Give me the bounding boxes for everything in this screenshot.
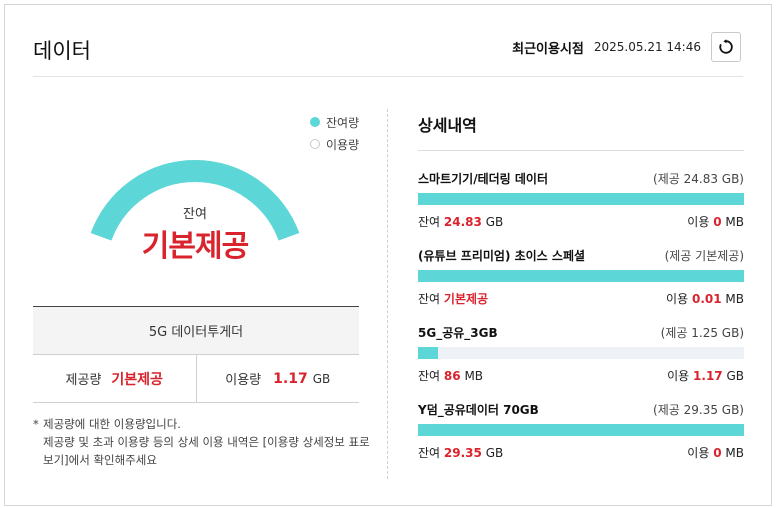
- refresh-icon: [719, 39, 733, 54]
- detail-item-bar-fill: [418, 347, 438, 359]
- remaining-value: 24.83: [443, 214, 482, 229]
- remaining-value: 86: [443, 368, 461, 383]
- plan-name: 5G 데이터투게더: [33, 307, 359, 355]
- used-dot-icon: [310, 139, 320, 149]
- remaining-unit: GB: [485, 445, 504, 460]
- used-unit: GB: [312, 371, 331, 386]
- detail-item-name: 스마트기기/테더링 데이터: [418, 171, 549, 186]
- used-unit: GB: [726, 368, 744, 383]
- remaining-prefix: 잔여: [418, 368, 441, 383]
- detail-item-used: 이용 0.01 MB: [666, 290, 744, 307]
- page-title: 데이터: [33, 39, 91, 63]
- remaining-unit: GB: [485, 214, 504, 229]
- detail-item: (유튜브 프리미엄) 초이스 스페셜 (제공 기본제공) 잔여 기본제공 이용 …: [418, 246, 744, 306]
- recent-usage-datetime: 2025.05.21 14:46: [593, 40, 701, 54]
- detail-item-used: 이용 0 MB: [687, 444, 744, 461]
- detail-item-bar-fill: [418, 270, 744, 282]
- detail-item-name: (유튜브 프리미엄) 초이스 스페셜: [418, 248, 586, 263]
- remaining-value: 29.35: [443, 445, 482, 460]
- detail-item-remaining: 잔여 29.35 GB: [418, 444, 503, 461]
- plan-summary-table: 5G 데이터투게더 제공량 기본제공 이용량 1.17 GB: [33, 306, 359, 403]
- refresh-button[interactable]: [711, 32, 741, 62]
- used-prefix: 이용: [687, 214, 710, 229]
- detail-item-remaining: 잔여 24.83 GB: [418, 213, 503, 230]
- detail-item-remaining: 잔여 86 MB: [418, 367, 483, 384]
- data-usage-card: 데이터 최근이용시점 2025.05.21 14:46 잔여량 이용량 잔여 기…: [4, 4, 772, 506]
- detail-item-bar: [418, 347, 744, 359]
- detail-item-provided: (제공 1.25 GB): [660, 325, 744, 340]
- legend-used: 이용량: [310, 133, 359, 155]
- used-unit: MB: [725, 214, 744, 229]
- used-label: 이용량: [225, 373, 262, 388]
- detail-item-remaining: 잔여 기본제공: [418, 290, 488, 307]
- used-prefix: 이용: [666, 291, 689, 306]
- detail-item: Y덤_공유데이터 70GB (제공 29.35 GB) 잔여 29.35 GB …: [418, 400, 744, 460]
- provided-label: 제공량: [65, 373, 102, 388]
- detail-item-bar: [418, 270, 744, 282]
- legend-remaining: 잔여량: [310, 111, 359, 133]
- usage-note: * 제공량에 대한 이용량입니다. 제공량 및 초과 이용량 등의 상세 이용 …: [33, 415, 373, 469]
- detail-item-provided: (제공 24.83 GB): [653, 171, 744, 186]
- plan-amount-row: 제공량 기본제공 이용량 1.17 GB: [33, 355, 359, 403]
- detail-title: 상세내역: [418, 116, 477, 135]
- used-value: 0: [713, 214, 722, 229]
- detail-item-provided: (제공 기본제공): [664, 248, 744, 263]
- recent-usage-label: 최근이용시점: [512, 41, 584, 57]
- header-divider: [33, 76, 743, 77]
- detail-item-bar: [418, 193, 744, 205]
- used-prefix: 이용: [667, 368, 690, 383]
- detail-item: 5G_공유_3GB (제공 1.25 GB) 잔여 86 MB 이용 1.17 …: [418, 323, 744, 383]
- panel-divider: [387, 109, 388, 479]
- used-unit: MB: [725, 445, 744, 460]
- note-line-1: 제공량에 대한 이용량입니다.: [43, 417, 181, 431]
- detail-item-name: Y덤_공유데이터 70GB: [418, 402, 539, 417]
- legend-remaining-label: 잔여량: [326, 115, 360, 130]
- provided-value: 기본제공: [111, 371, 163, 388]
- detail-item: 스마트기기/테더링 데이터 (제공 24.83 GB) 잔여 24.83 GB …: [418, 169, 744, 229]
- used-value: 1.17: [273, 370, 308, 387]
- note-line-2: 제공량 및 초과 이용량 등의 상세 이용 내역은 [이용량 상세정보 표로보기…: [43, 435, 370, 467]
- detail-item-used: 이용 1.17 GB: [667, 367, 744, 384]
- gauge-remaining-label: 잔여: [183, 207, 207, 222]
- used-cell: 이용량 1.17 GB: [195, 355, 360, 402]
- detail-item-provided: (제공 29.35 GB): [653, 402, 744, 417]
- remaining-prefix: 잔여: [418, 291, 441, 306]
- detail-item-name: 5G_공유_3GB: [418, 325, 498, 340]
- gauge-remaining-value: 기본제공: [141, 229, 249, 264]
- remaining-unit: MB: [464, 368, 484, 383]
- detail-item-bar-fill: [418, 193, 744, 205]
- remaining-prefix: 잔여: [418, 214, 441, 229]
- provided-cell: 제공량 기본제공: [33, 355, 196, 402]
- recent-usage-info: 최근이용시점 2025.05.21 14:46: [512, 31, 741, 63]
- remaining-value: 기본제공: [443, 291, 489, 306]
- remaining-prefix: 잔여: [418, 445, 441, 460]
- gauge-legend: 잔여량 이용량: [310, 111, 359, 155]
- used-prefix: 이용: [687, 445, 710, 460]
- detail-item-bar: [418, 424, 744, 436]
- remaining-dot-icon: [310, 117, 320, 127]
- used-unit: MB: [725, 291, 744, 306]
- used-value: 0: [713, 445, 722, 460]
- detail-item-used: 이용 0 MB: [687, 213, 744, 230]
- detail-divider: [418, 150, 744, 151]
- detail-item-bar-fill: [418, 424, 744, 436]
- used-value: 0.01: [691, 291, 722, 306]
- note-asterisk: *: [33, 417, 39, 431]
- legend-used-label: 이용량: [326, 137, 360, 152]
- used-value: 1.17: [693, 368, 723, 383]
